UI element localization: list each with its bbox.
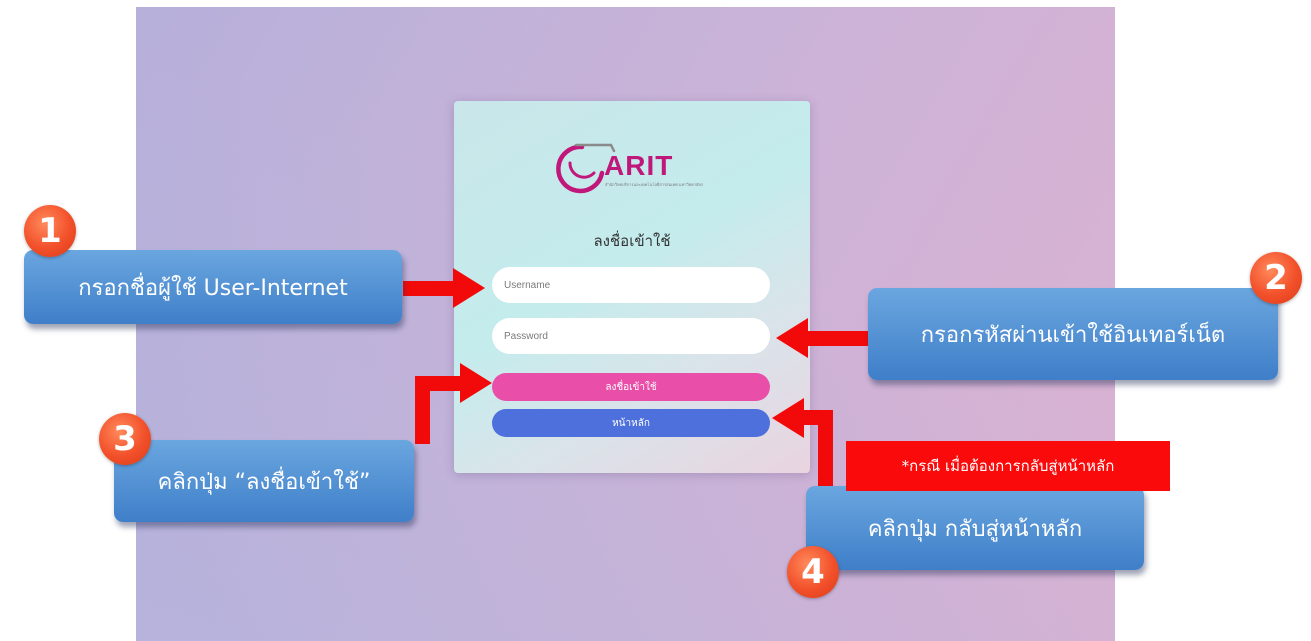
arrow-3-icon [415, 363, 492, 444]
callout-2: กรอกรหัสผ่านเข้าใช้อินเทอร์เน็ต [868, 288, 1278, 380]
arrow-2-icon [776, 318, 868, 358]
note-banner: *กรณี เมื่อต้องการกลับสู่หน้าหลัก [846, 441, 1170, 491]
step-badge-1: 1 [24, 205, 76, 257]
step-badge-3: 3 [99, 413, 151, 465]
arrow-4-icon [772, 398, 833, 486]
callout-1: กรอกชื่อผู้ใช้ User-Internet [24, 250, 402, 324]
callout-3: คลิกปุ่ม “ลงชื่อเข้าใช้” [114, 440, 414, 522]
step-badge-4: 4 [787, 546, 839, 598]
arrow-1-icon [403, 268, 485, 308]
callout-4: คลิกปุ่ม กลับสู่หน้าหลัก [806, 486, 1144, 570]
step-badge-2: 2 [1250, 252, 1302, 304]
